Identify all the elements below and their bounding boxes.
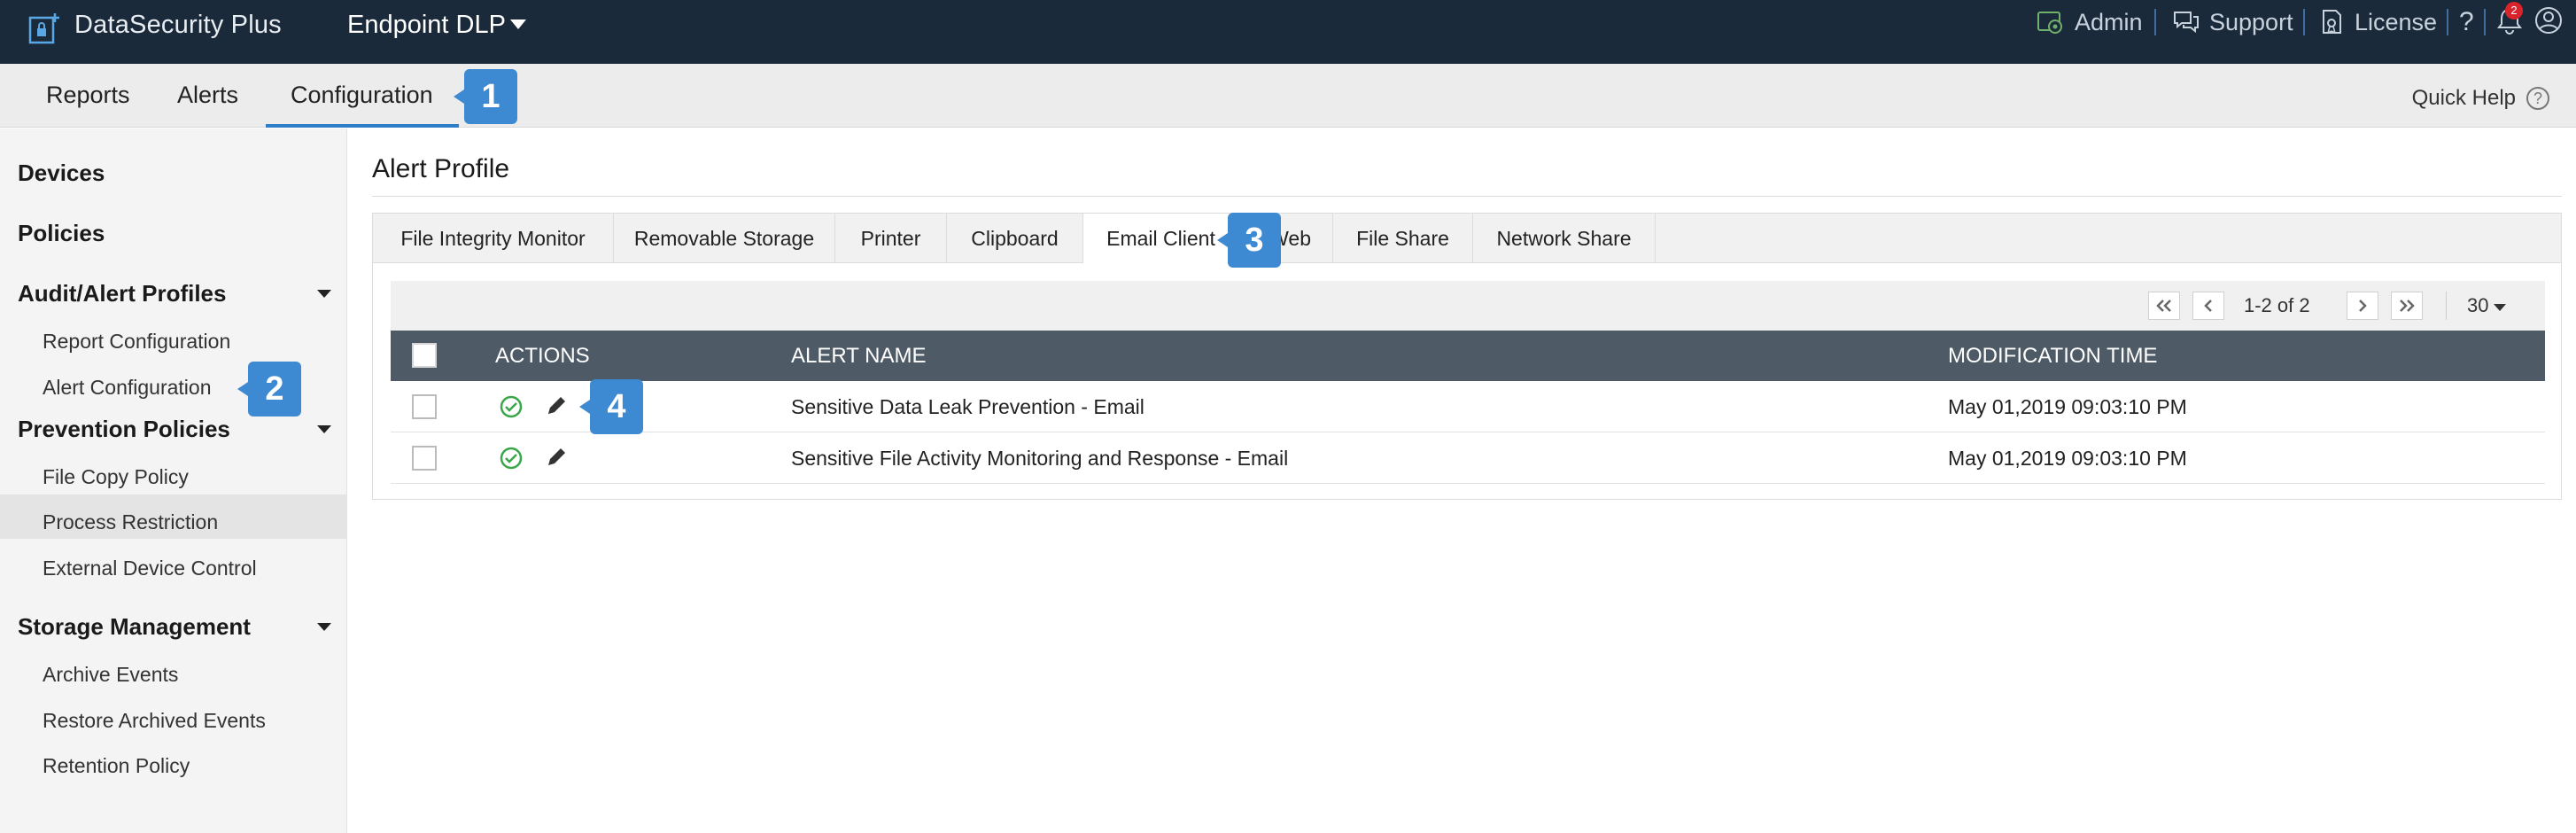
question-circle-icon: ? (2526, 87, 2549, 110)
sidebar-item-restore-archived-events[interactable]: Restore Archived Events (43, 707, 266, 734)
license-label: License (2355, 8, 2438, 35)
support-label: Support (2209, 8, 2293, 35)
previous-page-button[interactable] (2192, 292, 2224, 320)
alert-profile-panel: File Integrity Monitor Removable Storage… (372, 213, 2562, 500)
select-all-checkbox[interactable] (412, 343, 437, 368)
sidebar-group-storage-management[interactable]: Storage Management (18, 611, 251, 642)
callout-1: 1 (454, 69, 517, 124)
top-bar: DataSecurity Plus Endpoint DLP Admin Sup… (0, 0, 2576, 64)
column-header-alert-name[interactable]: ALERT NAME (791, 331, 927, 381)
datasecurity-logo-icon[interactable] (27, 11, 62, 46)
top-separator (2303, 9, 2305, 35)
edit-pencil-icon[interactable] (545, 394, 568, 417)
admin-link[interactable]: Admin (2036, 7, 2143, 37)
sidebar-group-audit-alert-profiles[interactable]: Audit/Alert Profiles (18, 278, 226, 308)
page-title: Alert Profile (372, 154, 510, 183)
pagination-bar: 1-2 of 2 30 (391, 281, 2545, 331)
row-checkbox[interactable] (412, 446, 437, 471)
license-link[interactable]: License (2319, 7, 2437, 37)
chevron-down-icon[interactable] (317, 290, 331, 298)
last-page-button[interactable] (2391, 292, 2423, 320)
first-page-button[interactable] (2148, 292, 2180, 320)
tab-network-share[interactable]: Network Share (1473, 214, 1656, 263)
page-size-select[interactable]: 30 (2467, 293, 2488, 318)
admin-gear-icon (2037, 12, 2062, 34)
notification-badge: 2 (2505, 2, 2523, 19)
sidebar: Devices Policies Audit/Alert Profiles Re… (0, 128, 347, 833)
tab-clipboard[interactable]: Clipboard (947, 214, 1083, 263)
sidebar-item-devices[interactable]: Devices (18, 158, 105, 188)
callout-4: 4 (579, 379, 643, 434)
sidebar-item-alert-configuration[interactable]: Alert Configuration (43, 374, 212, 401)
tab-reports[interactable]: Reports (46, 80, 130, 110)
modification-time-cell: May 01,2019 09:03:10 PM (1948, 447, 2187, 470)
help-icon[interactable]: ? (2459, 7, 2474, 37)
tab-alerts[interactable]: Alerts (177, 80, 238, 110)
table-header: ACTIONS ALERT NAME MODIFICATION TIME (391, 331, 2545, 381)
callout-2: 2 (237, 362, 301, 416)
chevron-down-icon[interactable] (317, 425, 331, 433)
double-chevron-left-icon (2156, 300, 2171, 312)
admin-label: Admin (2075, 8, 2143, 35)
tab-email-client[interactable]: Email Client (1083, 214, 1239, 264)
column-header-modification-time[interactable]: MODIFICATION TIME (1948, 331, 2157, 381)
top-separator (2154, 9, 2156, 35)
chevron-left-icon (2204, 300, 2212, 312)
sidebar-item-archive-events[interactable]: Archive Events (43, 661, 178, 688)
product-switcher[interactable]: Endpoint DLP (347, 9, 506, 41)
tab-file-share[interactable]: File Share (1333, 214, 1473, 263)
chevron-down-icon[interactable] (2494, 304, 2506, 311)
tab-removable-storage[interactable]: Removable Storage (614, 214, 835, 263)
callout-3: 3 (1217, 213, 1281, 268)
pager-separator (2446, 292, 2447, 320)
chevron-down-icon[interactable] (317, 623, 331, 631)
sidebar-group-prevention-policies[interactable]: Prevention Policies (18, 414, 230, 444)
chevron-right-icon (2359, 300, 2367, 312)
edit-pencil-icon[interactable] (545, 446, 568, 469)
quick-help-label: Quick Help (2411, 86, 2516, 110)
table-row: Sensitive Data Leak Prevention - Email M… (391, 381, 2545, 432)
active-tab-indicator (266, 124, 459, 128)
row-checkbox[interactable] (412, 394, 437, 419)
column-header-actions: ACTIONS (495, 344, 590, 368)
sidebar-item-file-copy-policy[interactable]: File Copy Policy (43, 463, 189, 490)
alert-name-cell[interactable]: Sensitive File Activity Monitoring and R… (791, 432, 1288, 484)
brand-name: DataSecurity Plus (74, 11, 282, 39)
chevron-down-icon[interactable] (510, 19, 526, 29)
sidebar-item-external-device-control[interactable]: External Device Control (43, 555, 257, 581)
enabled-check-icon[interactable] (499, 394, 524, 419)
user-avatar-icon[interactable] (2533, 5, 2564, 35)
alert-name-cell[interactable]: Sensitive Data Leak Prevention - Email (791, 381, 1144, 432)
double-chevron-right-icon (2400, 300, 2415, 312)
top-separator (2484, 9, 2486, 35)
tab-configuration[interactable]: Configuration (291, 80, 433, 110)
sidebar-item-retention-policy[interactable]: Retention Policy (43, 752, 190, 779)
support-link[interactable]: Support (2172, 7, 2293, 37)
enabled-check-icon[interactable] (499, 446, 524, 471)
quick-help-link[interactable]: Quick Help ? (2412, 85, 2549, 112)
next-page-button[interactable] (2347, 292, 2378, 320)
chat-icon (2174, 12, 2199, 34)
profile-tab-strip: File Integrity Monitor Removable Storage… (373, 214, 2561, 264)
title-divider (372, 196, 2562, 197)
license-icon (2323, 10, 2341, 35)
top-separator (2447, 9, 2448, 35)
tab-printer[interactable]: Printer (835, 214, 947, 263)
page-range: 1-2 of 2 (2244, 294, 2310, 316)
table-row: Sensitive File Activity Monitoring and R… (391, 432, 2545, 484)
sidebar-item-policies[interactable]: Policies (18, 218, 105, 248)
sidebar-item-report-configuration[interactable]: Report Configuration (43, 328, 230, 354)
sidebar-item-process-restriction[interactable]: Process Restriction (43, 509, 218, 535)
main-nav: Reports Alerts Configuration Quick Help … (0, 64, 2576, 128)
modification-time-cell: May 01,2019 09:03:10 PM (1948, 395, 2187, 418)
tab-file-integrity-monitor[interactable]: File Integrity Monitor (373, 214, 614, 263)
